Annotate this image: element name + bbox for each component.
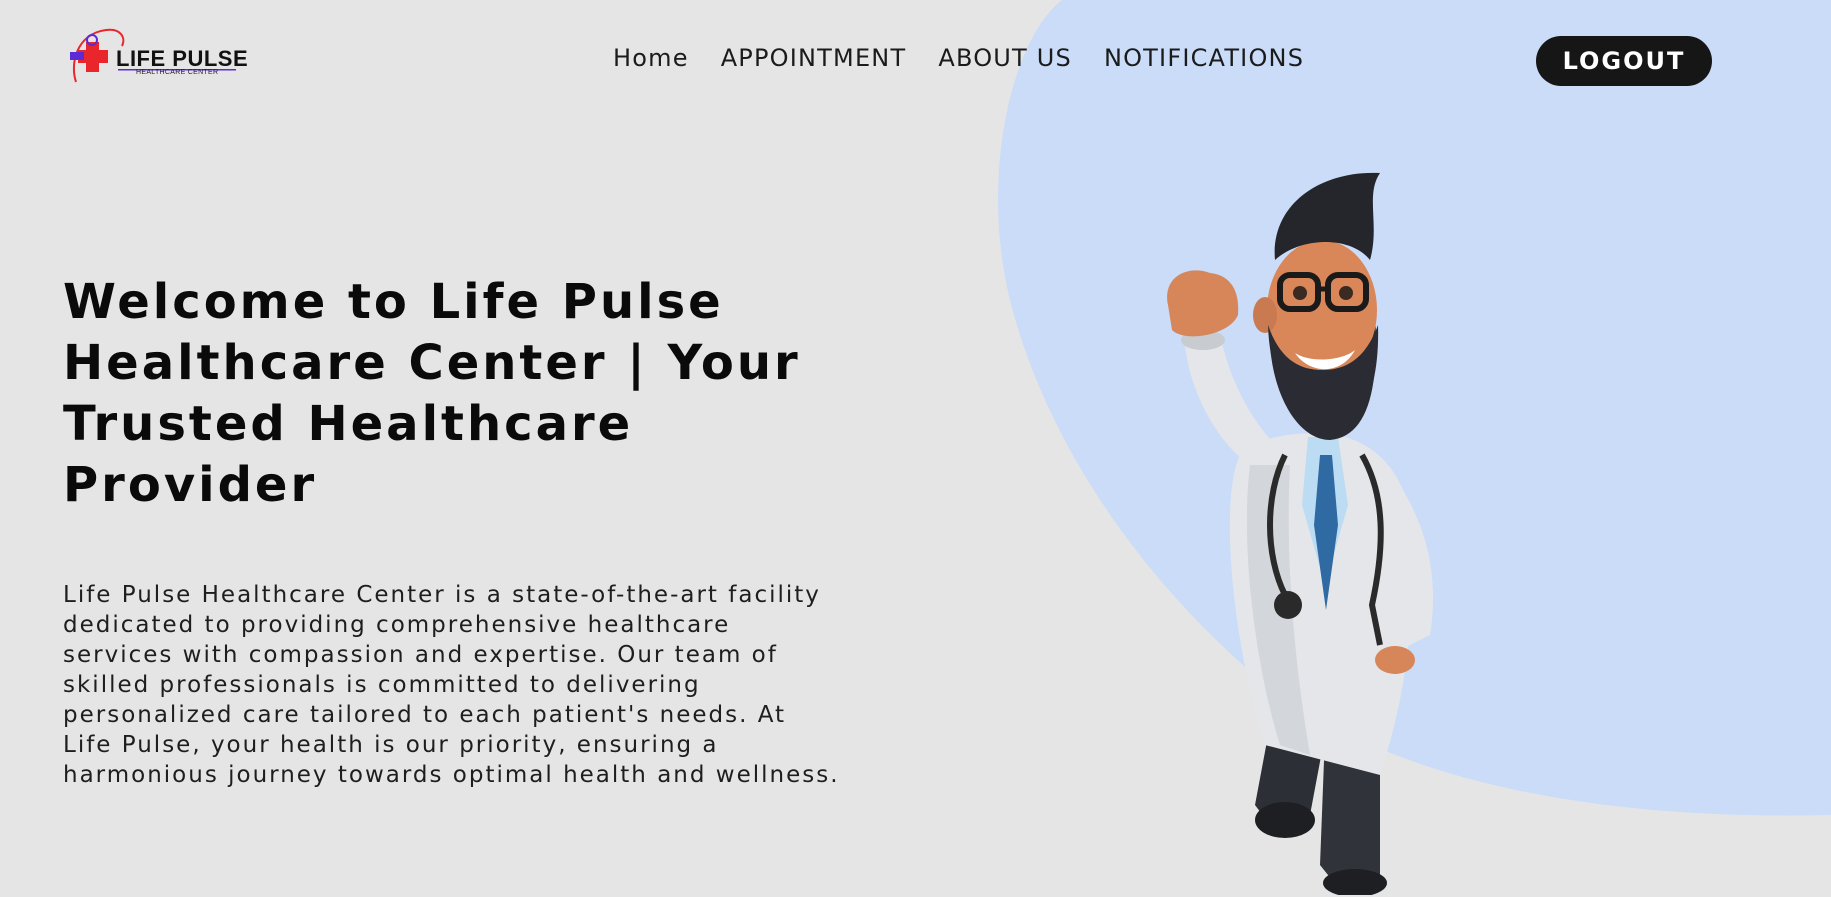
main-nav: Home APPOINTMENT ABOUT US NOTIFICATIONS (613, 44, 1304, 72)
nav-appointment[interactable]: APPOINTMENT (721, 44, 907, 72)
doctor-illustration (1167, 172, 1434, 895)
hero-description: Life Pulse Healthcare Center is a state-… (63, 582, 840, 788)
site-header: LIFE PULSE HEALTHCARE CENTER Home APPOIN… (0, 0, 1831, 120)
nav-about-us[interactable]: ABOUT US (938, 44, 1072, 72)
brand-logo[interactable]: LIFE PULSE HEALTHCARE CENTER (66, 24, 248, 96)
nav-home[interactable]: Home (613, 44, 689, 72)
nav-notifications[interactable]: NOTIFICATIONS (1104, 44, 1304, 72)
hero-title: Welcome to Life Pulse Healthcare Center … (63, 274, 801, 513)
logout-button[interactable]: LOGOUT (1536, 36, 1712, 86)
brand-tagline: HEALTHCARE CENTER (136, 69, 219, 76)
